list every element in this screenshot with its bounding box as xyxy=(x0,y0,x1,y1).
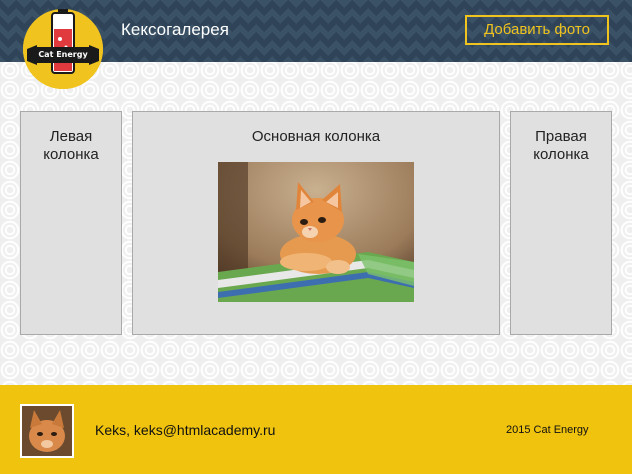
left-column: Левая колонка xyxy=(20,111,122,335)
copyright: 2015 Cat Energy xyxy=(506,424,589,436)
kitten-photo xyxy=(218,162,414,302)
main-column-title: Основная колонка xyxy=(251,128,381,145)
site-footer: Keks, keks@htmlacademy.ru 2015 Cat Energ… xyxy=(0,385,632,474)
site-header: Cat Energy Кексогалерея Добавить фото xyxy=(0,0,632,89)
user-avatar xyxy=(20,404,74,458)
right-column: Правая колонка xyxy=(510,111,612,335)
logo-text: Cat Energy xyxy=(38,50,88,59)
left-column-title: Левая колонка xyxy=(43,128,99,163)
contact-info[interactable]: Keks, keks@htmlacademy.ru xyxy=(95,421,275,439)
main-column: Основная колонка xyxy=(132,111,500,335)
avatar-cat-image xyxy=(22,406,72,456)
right-column-title: Правая колонка xyxy=(533,128,589,163)
cat-energy-logo[interactable]: Cat Energy xyxy=(23,9,103,89)
page-title: Кексогалерея xyxy=(121,20,229,39)
add-photo-button[interactable]: Добавить фото xyxy=(465,15,609,45)
